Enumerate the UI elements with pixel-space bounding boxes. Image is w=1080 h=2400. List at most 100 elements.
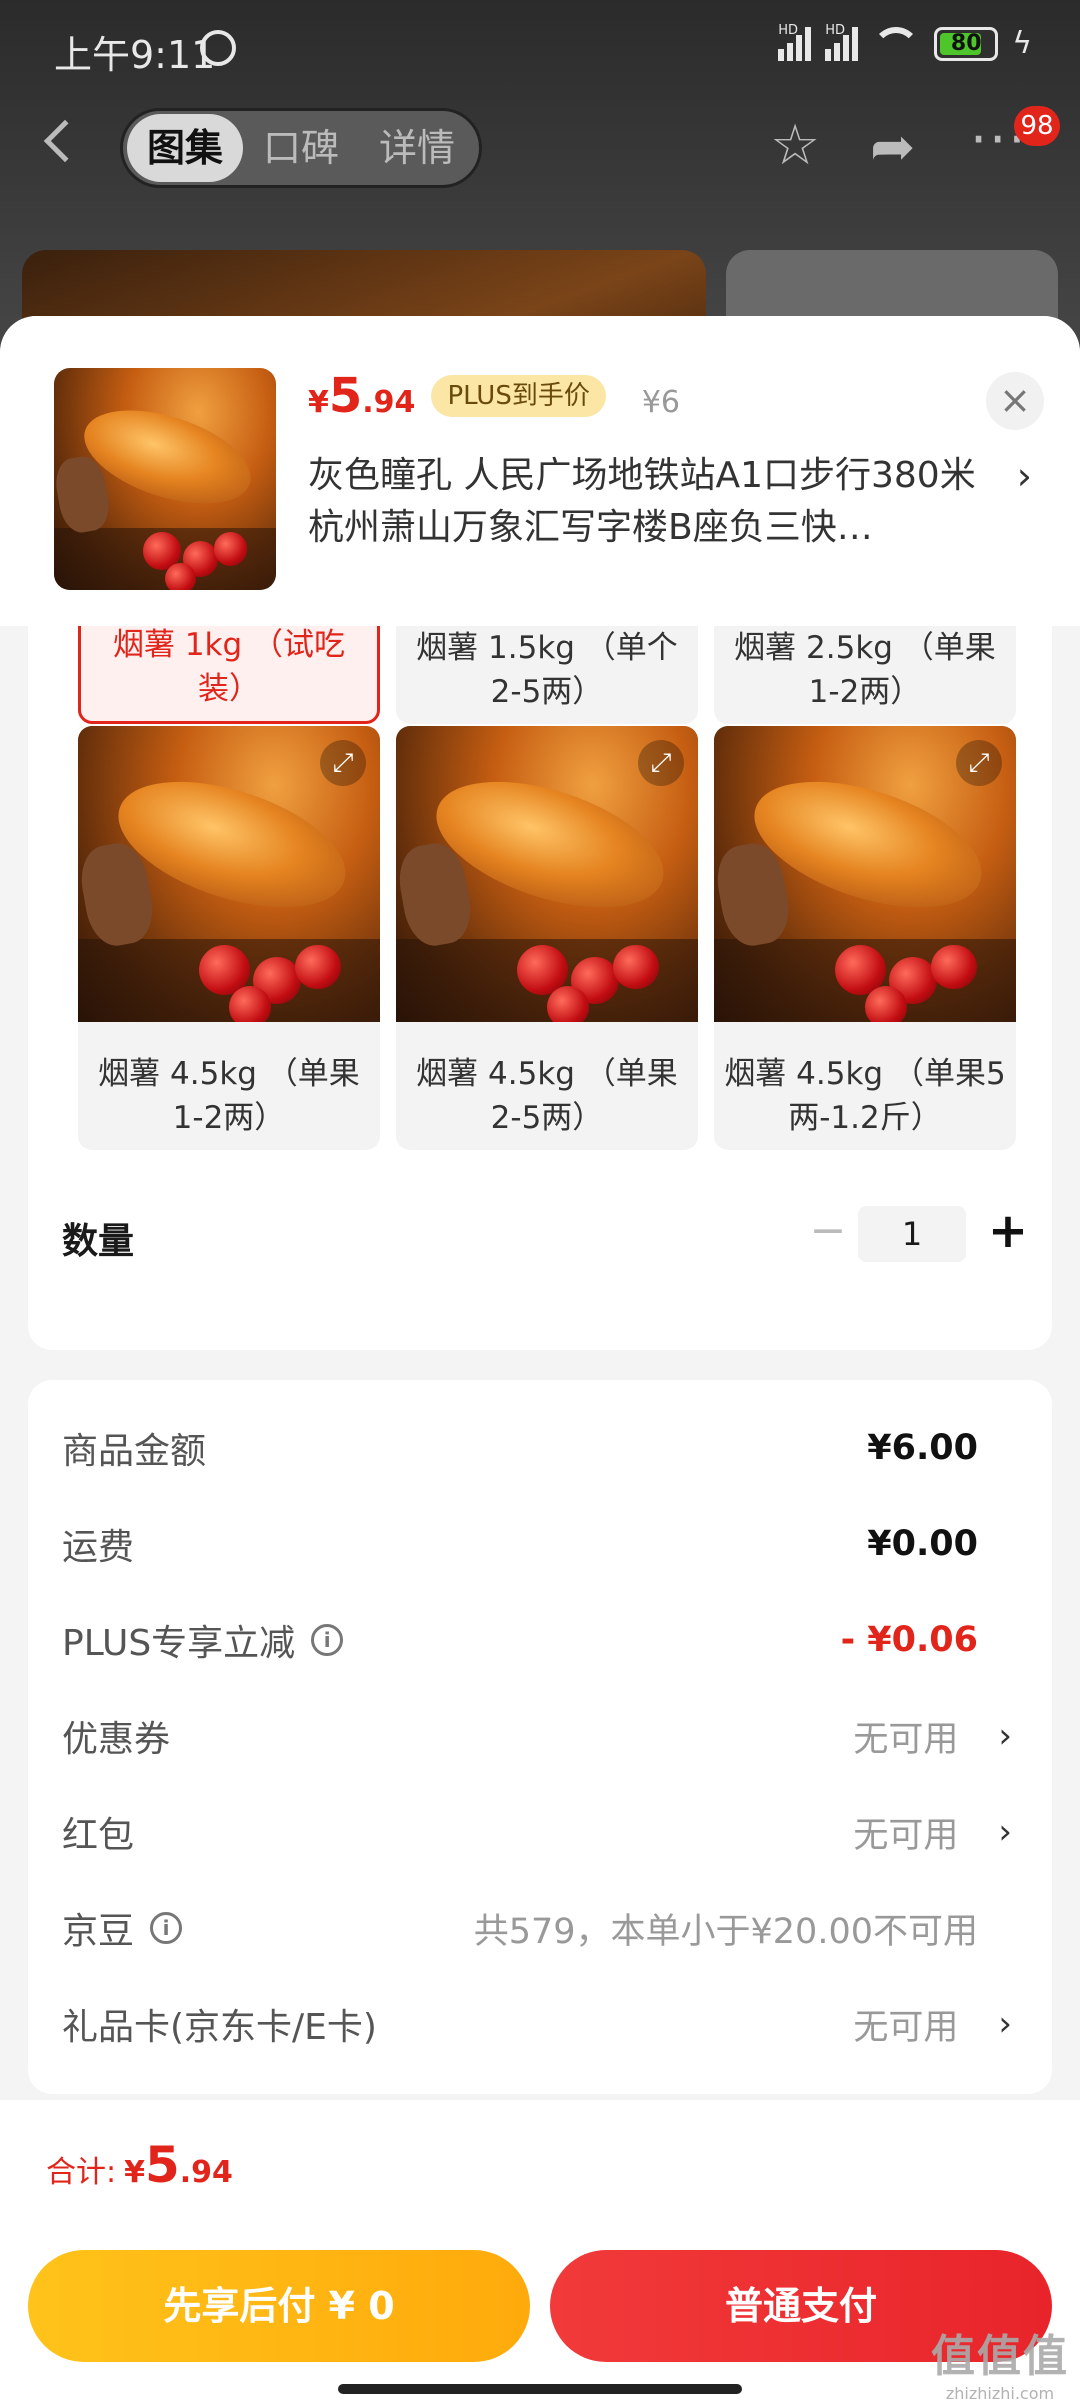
fee-label-text: 红包 bbox=[62, 1815, 135, 1856]
fee-value: 无可用 bbox=[853, 1815, 959, 1856]
network-tag: HD bbox=[778, 22, 798, 38]
status-time: 上午9:11 bbox=[54, 33, 216, 77]
quantity-input[interactable]: 1 bbox=[858, 1206, 966, 1262]
close-button[interactable]: × bbox=[986, 372, 1044, 430]
fee-row[interactable]: 红包 无可用 › bbox=[62, 1802, 1012, 1862]
share-icon[interactable]: ➦ bbox=[870, 120, 915, 174]
pay-later-button[interactable]: 先享后付 ¥ 0 bbox=[28, 2250, 530, 2362]
fee-row: 运费 ¥0.00 bbox=[62, 1514, 1002, 1574]
fee-label: 商品金额 bbox=[62, 1422, 206, 1474]
fee-label: 运费 bbox=[62, 1518, 134, 1570]
fee-label: 优惠券 bbox=[62, 1710, 170, 1762]
sku-option[interactable]: ⤢ 烟薯 4.5kg （单果1-2两） bbox=[78, 726, 380, 1150]
alarm-icon bbox=[200, 30, 236, 66]
total-label: 合计: bbox=[46, 2155, 117, 2190]
fee-row: PLUS专享立减 i - ¥0.06 bbox=[62, 1610, 1002, 1670]
fee-value: 共579，本单小于¥20.00不可用 bbox=[473, 1911, 978, 1952]
fee-value-group: ¥0.00 bbox=[867, 1524, 1002, 1564]
chevron-right-icon[interactable]: › bbox=[1017, 454, 1032, 498]
fee-label-text: 礼品卡(京东卡/E卡) bbox=[62, 2007, 377, 2048]
chevron-right-icon[interactable]: › bbox=[998, 1812, 1012, 1852]
plus-price-tag: PLUS到手价 bbox=[431, 375, 606, 417]
fee-value-group: 无可用 › bbox=[853, 1711, 1012, 1762]
quantity-increase-button[interactable]: + bbox=[978, 1196, 1038, 1266]
battery-icon: 80 bbox=[934, 26, 999, 61]
sku-grid: ⤢ 烟薯 1kg （试吃装） ⤢ 烟薯 1.5kg （单个2-5两） ⤢ 烟薯 2.5kg… bbox=[78, 556, 1028, 1200]
fee-value-group: - ¥0.06 bbox=[841, 1620, 1002, 1660]
battery-level: 80 bbox=[950, 31, 982, 56]
signal-icon: HD bbox=[825, 23, 859, 61]
expand-icon[interactable]: ⤢ bbox=[638, 740, 684, 786]
purchase-sheet: ¥ 5 .94 PLUS到手价 ¥6 × 灰色瞳孔 人民广场地铁站A1口步行38… bbox=[0, 316, 1080, 2400]
options-card: ⤢ 烟薯 1kg （试吃装） ⤢ 烟薯 1.5kg （单个2-5两） ⤢ 烟薯 2.5kg… bbox=[28, 556, 1052, 1350]
product-navbar: 图集 口碑 详情 ☆ ➦ ··· 98 bbox=[0, 100, 1080, 196]
price-symbol: ¥ bbox=[308, 385, 329, 420]
delivery-address[interactable]: 灰色瞳孔 人民广场地铁站A1口步行380米杭州萧山万象汇写字楼B座负三快… bbox=[308, 450, 1008, 554]
watermark-cn: 值值值 bbox=[931, 2331, 1069, 2382]
fee-label-text: 京豆 bbox=[62, 1911, 135, 1952]
fee-summary-card: 商品金额 ¥6.00 运费 ¥0.00 PLUS专享立减 i - ¥0.06 优惠券 无可用 › 红… bbox=[28, 1380, 1052, 2094]
tab-0[interactable]: 图集 bbox=[127, 114, 244, 182]
total-integer: 5 bbox=[144, 2136, 180, 2194]
expand-icon[interactable]: ⤢ bbox=[956, 740, 1002, 786]
fee-value: ¥0.00 bbox=[867, 1524, 978, 1564]
fee-row[interactable]: 礼品卡(京东卡/E卡) 无可用 › bbox=[62, 1994, 1012, 2054]
price-integer: 5 bbox=[328, 368, 363, 424]
message-badge: 98 bbox=[1014, 106, 1060, 146]
sku-label: 烟薯 4.5kg （单果5两-1.2斤） bbox=[724, 1056, 1006, 1136]
fee-label-text: 运费 bbox=[62, 1527, 135, 1568]
fee-value-group: 共579，本单小于¥20.00不可用 bbox=[474, 1903, 1002, 1954]
sku-label: 烟薯 4.5kg （单果1-2两） bbox=[98, 1056, 360, 1136]
product-thumbnail bbox=[54, 368, 276, 590]
chevron-right-icon[interactable]: › bbox=[998, 2004, 1012, 2044]
info-icon[interactable]: i bbox=[311, 1624, 344, 1656]
fee-label-text: PLUS专享立减 bbox=[62, 1623, 296, 1664]
fee-label: 礼品卡(京东卡/E卡) bbox=[62, 1998, 377, 2050]
fee-label: 红包 bbox=[62, 1806, 134, 1858]
status-bar: 上午9:11 HD HD 80 ϟ bbox=[0, 0, 1080, 96]
sku-label: 烟薯 1.5kg （单个2-5两） bbox=[416, 630, 678, 710]
watermark: 值值值 zhizhizhi.com bbox=[930, 2320, 1070, 2400]
fee-label-text: 商品金额 bbox=[62, 1431, 207, 1472]
fee-value: 无可用 bbox=[853, 1719, 959, 1760]
fee-value: 无可用 bbox=[853, 2007, 959, 2048]
fee-row: 京豆 i 共579，本单小于¥20.00不可用 bbox=[62, 1898, 1002, 1958]
back-icon[interactable] bbox=[43, 119, 87, 163]
price-row: ¥ 5 .94 PLUS到手价 ¥6 bbox=[308, 368, 680, 425]
sku-label: 烟薯 1kg （试吃装） bbox=[112, 627, 346, 707]
signal-icon: HD bbox=[778, 23, 812, 61]
network-tag: HD bbox=[825, 22, 845, 38]
fee-value-group: ¥6.00 bbox=[867, 1428, 1002, 1468]
quantity-decrease-button[interactable]: − bbox=[798, 1196, 858, 1266]
sku-option[interactable]: ⤢ 烟薯 4.5kg （单果5两-1.2斤） bbox=[714, 726, 1016, 1150]
fee-row: 商品金额 ¥6.00 bbox=[62, 1418, 1002, 1478]
chevron-right-icon[interactable]: › bbox=[998, 1716, 1012, 1756]
quantity-label: 数量 bbox=[62, 1221, 135, 1262]
fee-value-group: 无可用 › bbox=[853, 1807, 1012, 1858]
fee-value-group: 无可用 › bbox=[853, 1999, 1012, 2050]
sheet-header: ¥ 5 .94 PLUS到手价 ¥6 × 灰色瞳孔 人民广场地铁站A1口步行38… bbox=[0, 316, 1080, 626]
expand-icon[interactable]: ⤢ bbox=[320, 740, 366, 786]
tab-switcher: 图集 口碑 详情 bbox=[120, 108, 483, 188]
price-decimal: .94 bbox=[362, 385, 416, 420]
total-price: 合计: ¥ 5 .94 bbox=[46, 2136, 233, 2194]
tab-2[interactable]: 详情 bbox=[359, 114, 475, 182]
sku-label: 烟薯 2.5kg （单果1-2两） bbox=[734, 630, 996, 710]
tab-1[interactable]: 口碑 bbox=[243, 114, 359, 182]
fee-label-text: 优惠券 bbox=[62, 1719, 171, 1760]
wifi-icon bbox=[872, 26, 921, 61]
total-decimal: .94 bbox=[179, 2155, 233, 2190]
fee-value: - ¥0.06 bbox=[840, 1620, 978, 1660]
watermark-en: zhizhizhi.com bbox=[945, 2384, 1055, 2400]
fee-value: ¥6.00 bbox=[867, 1428, 978, 1468]
fee-label: 京豆 i bbox=[62, 1902, 183, 1954]
total-symbol: ¥ bbox=[124, 2155, 145, 2190]
sku-label: 烟薯 4.5kg （单果2-5两） bbox=[416, 1056, 678, 1136]
info-icon[interactable]: i bbox=[150, 1912, 183, 1944]
fee-row[interactable]: 优惠券 无可用 › bbox=[62, 1706, 1012, 1766]
checkout-bar: 合计: ¥ 5 .94 先享后付 ¥ 0 普通支付 值值值 zhizhizhi.… bbox=[0, 2100, 1080, 2400]
favorite-star-icon[interactable]: ☆ bbox=[770, 118, 820, 174]
sku-option[interactable]: ⤢ 烟薯 4.5kg （单果2-5两） bbox=[396, 726, 698, 1150]
home-indicator[interactable] bbox=[338, 2384, 742, 2394]
original-price: ¥6 bbox=[641, 385, 681, 420]
